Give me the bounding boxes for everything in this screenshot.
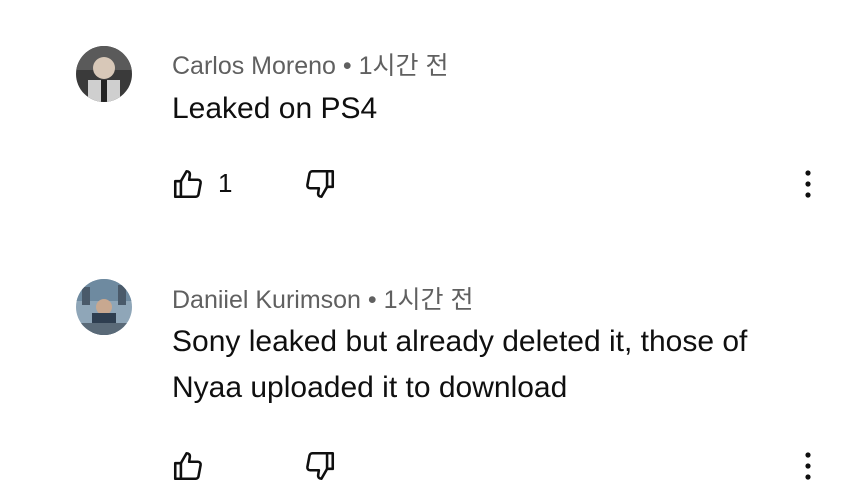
- like-count: 1: [218, 168, 233, 198]
- more-actions-button[interactable]: [788, 446, 828, 486]
- comment-text: Sony leaked but already deleted it, thos…: [172, 325, 748, 404]
- comment-text: Leaked on PS4: [172, 92, 378, 125]
- comment-time[interactable]: 1시간 전: [359, 52, 449, 80]
- more-actions-button[interactable]: [788, 164, 828, 204]
- comment-time[interactable]: 1시간 전: [384, 286, 474, 314]
- author-name[interactable]: Carlos Moreno: [172, 52, 336, 80]
- dislike-button[interactable]: [300, 164, 340, 204]
- dislike-button[interactable]: [300, 446, 340, 486]
- comment-meta: Daniiel Kurimson • 1시간 전: [172, 280, 474, 316]
- meta-separator: •: [367, 286, 377, 314]
- thumb-down-icon: [306, 169, 335, 199]
- more-vert-icon: [805, 170, 811, 198]
- avatar[interactable]: [76, 279, 132, 335]
- comment-actions: [0, 446, 850, 486]
- comment-actions: 1: [0, 164, 850, 204]
- like-button[interactable]: [168, 446, 208, 486]
- avatar[interactable]: [76, 46, 132, 102]
- thumb-up-icon: [173, 451, 202, 481]
- meta-separator: •: [342, 52, 352, 80]
- thumb-down-icon: [306, 451, 335, 481]
- comment-meta: Carlos Moreno • 1시간 전: [172, 46, 448, 82]
- more-vert-icon: [805, 452, 811, 480]
- author-name[interactable]: Daniiel Kurimson: [172, 286, 361, 314]
- thumb-up-icon: [173, 169, 202, 199]
- like-button[interactable]: [168, 164, 208, 204]
